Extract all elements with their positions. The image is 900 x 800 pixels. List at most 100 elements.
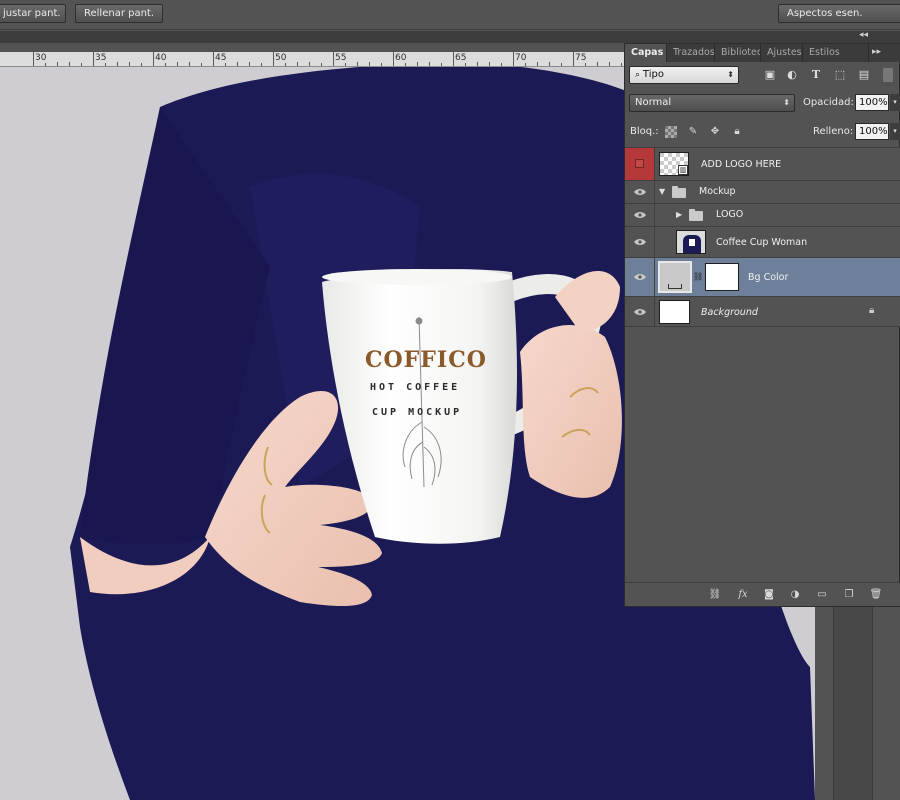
- blend-mode-select[interactable]: Normal ⬍: [629, 94, 795, 112]
- ruler-minor-tick: [597, 62, 598, 66]
- tab-layers[interactable]: Capas: [625, 44, 667, 62]
- ruler-minor-tick: [609, 62, 610, 66]
- filter-toggle-icon[interactable]: [883, 68, 893, 82]
- image-thumbnail: [676, 230, 706, 254]
- adjustment-layer-icon[interactable]: ◑: [788, 589, 802, 601]
- ruler-minor-tick: [477, 62, 478, 66]
- ruler-number: 50: [275, 53, 287, 63]
- link-chain-icon[interactable]: ⛓: [693, 272, 703, 281]
- filter-type-icon[interactable]: T: [809, 68, 823, 82]
- ruler-minor-tick: [417, 62, 418, 66]
- ruler-number: 75: [575, 53, 587, 63]
- ruler-major-tick: [393, 52, 394, 66]
- ruler-minor-tick: [429, 62, 430, 66]
- add-mask-icon[interactable]: ◙: [762, 589, 776, 601]
- visibility-toggle[interactable]: [625, 148, 655, 180]
- fill-arrow-icon[interactable]: ▾: [890, 123, 900, 140]
- fill-screen-button[interactable]: Rellenar pant.: [75, 4, 163, 23]
- filter-image-icon[interactable]: ▣: [763, 68, 777, 82]
- lock-pixels-icon[interactable]: ✎: [687, 126, 699, 138]
- tab-styles[interactable]: Estilos: [803, 44, 869, 62]
- lock-all-icon[interactable]: 🔒︎: [731, 126, 743, 138]
- layer-group-logo[interactable]: ▶ LOGO: [625, 203, 900, 226]
- ruler-number: 30: [35, 53, 47, 63]
- ruler-minor-tick: [621, 63, 622, 66]
- ruler-minor-tick: [285, 63, 286, 66]
- layers-panel: Capas Trazados Bibliotecas Ajustes Estil…: [624, 43, 900, 607]
- opacity-input[interactable]: 100%: [855, 94, 889, 111]
- ruler-minor-tick: [441, 63, 442, 66]
- ruler-minor-tick: [369, 62, 370, 66]
- visibility-toggle[interactable]: [625, 227, 655, 257]
- link-layers-icon[interactable]: ⛓: [708, 589, 722, 601]
- fill-input[interactable]: 100%: [855, 123, 889, 140]
- ruler-minor-tick: [81, 63, 82, 66]
- layer-filter-select[interactable]: ⌕ Tipo ⬍: [629, 66, 739, 84]
- ruler-minor-tick: [489, 62, 490, 66]
- collapse-panels-icon[interactable]: ◂◂: [859, 30, 868, 40]
- layer-background[interactable]: Background 🔒︎: [625, 296, 900, 327]
- layer-group-mockup[interactable]: ▼ Mockup: [625, 180, 900, 203]
- tab-adjustments[interactable]: Ajustes: [761, 44, 803, 62]
- workspace-switcher[interactable]: Aspectos esen.: [778, 4, 900, 23]
- ruler-major-tick: [213, 52, 214, 66]
- panel-tabs: Capas Trazados Bibliotecas Ajustes Estil…: [625, 44, 900, 62]
- lock-label: Bloq.:: [630, 126, 659, 137]
- filter-smart-object-icon[interactable]: ▤: [857, 68, 871, 82]
- fit-screen-button[interactable]: justar pant.: [0, 4, 66, 23]
- ruler-minor-tick: [381, 63, 382, 66]
- visibility-toggle[interactable]: [625, 297, 655, 326]
- folder-icon: [672, 186, 686, 198]
- expand-caret-icon[interactable]: ▼: [659, 187, 665, 196]
- ruler-major-tick: [153, 52, 154, 66]
- eye-icon: [634, 274, 646, 280]
- fx-icon[interactable]: fx: [736, 589, 750, 601]
- ruler-minor-tick: [585, 63, 586, 66]
- trash-icon[interactable]: 🗑︎: [869, 589, 883, 601]
- ruler-minor-tick: [405, 63, 406, 66]
- mug-line1-text: HOT COFFEE: [370, 382, 461, 393]
- layer-bg-color[interactable]: ⛓ Bg Color: [625, 257, 900, 296]
- layer-name: Bg Color: [748, 272, 789, 283]
- layer-name: Background: [701, 307, 758, 318]
- opacity-arrow-icon[interactable]: ▾: [890, 94, 900, 111]
- ruler-minor-tick: [297, 62, 298, 66]
- filter-shape-icon[interactable]: ⬚: [833, 68, 847, 82]
- panel-menu-icon[interactable]: ▸▸: [872, 47, 881, 57]
- ruler-major-tick: [453, 52, 454, 66]
- ruler-minor-tick: [537, 62, 538, 66]
- new-layer-icon[interactable]: ❐: [842, 589, 856, 601]
- ruler-minor-tick: [465, 63, 466, 66]
- layer-add-logo-here[interactable]: ▥ ADD LOGO HERE: [625, 147, 900, 180]
- folder-icon: [689, 209, 703, 221]
- panel-collapse-strip: ◂◂: [0, 30, 900, 43]
- lock-icon: 🔒︎: [869, 305, 875, 316]
- visibility-toggle[interactable]: [625, 204, 655, 226]
- tab-libraries[interactable]: Bibliotecas: [715, 44, 761, 62]
- collapse-caret-icon[interactable]: ▶: [676, 210, 682, 219]
- ruler-minor-tick: [309, 62, 310, 66]
- ruler-major-tick: [273, 52, 274, 66]
- filter-adjustment-icon[interactable]: ◐: [785, 68, 799, 82]
- ruler-minor-tick: [237, 62, 238, 66]
- eye-icon: [634, 239, 646, 245]
- visibility-toggle[interactable]: [625, 181, 655, 203]
- new-group-icon[interactable]: ▭: [815, 589, 829, 601]
- ruler-minor-tick: [69, 62, 70, 66]
- ruler-number: 35: [95, 53, 107, 63]
- background-thumbnail: [659, 300, 690, 324]
- ruler-minor-tick: [225, 63, 226, 66]
- dropdown-arrow-icon: ⬍: [783, 98, 790, 107]
- ruler-minor-tick: [345, 63, 346, 66]
- layer-coffee-cup-woman[interactable]: Coffee Cup Woman: [625, 226, 900, 257]
- ruler-minor-tick: [129, 62, 130, 66]
- ruler-major-tick: [333, 52, 334, 66]
- ruler-minor-tick: [357, 62, 358, 66]
- tab-paths[interactable]: Trazados: [667, 44, 715, 62]
- ruler-minor-tick: [201, 63, 202, 66]
- lock-position-icon[interactable]: ✥: [709, 126, 721, 138]
- lock-transparency-icon[interactable]: [665, 126, 677, 138]
- ruler-number: 60: [395, 53, 407, 63]
- visibility-toggle[interactable]: [625, 258, 655, 296]
- ruler-minor-tick: [141, 63, 142, 66]
